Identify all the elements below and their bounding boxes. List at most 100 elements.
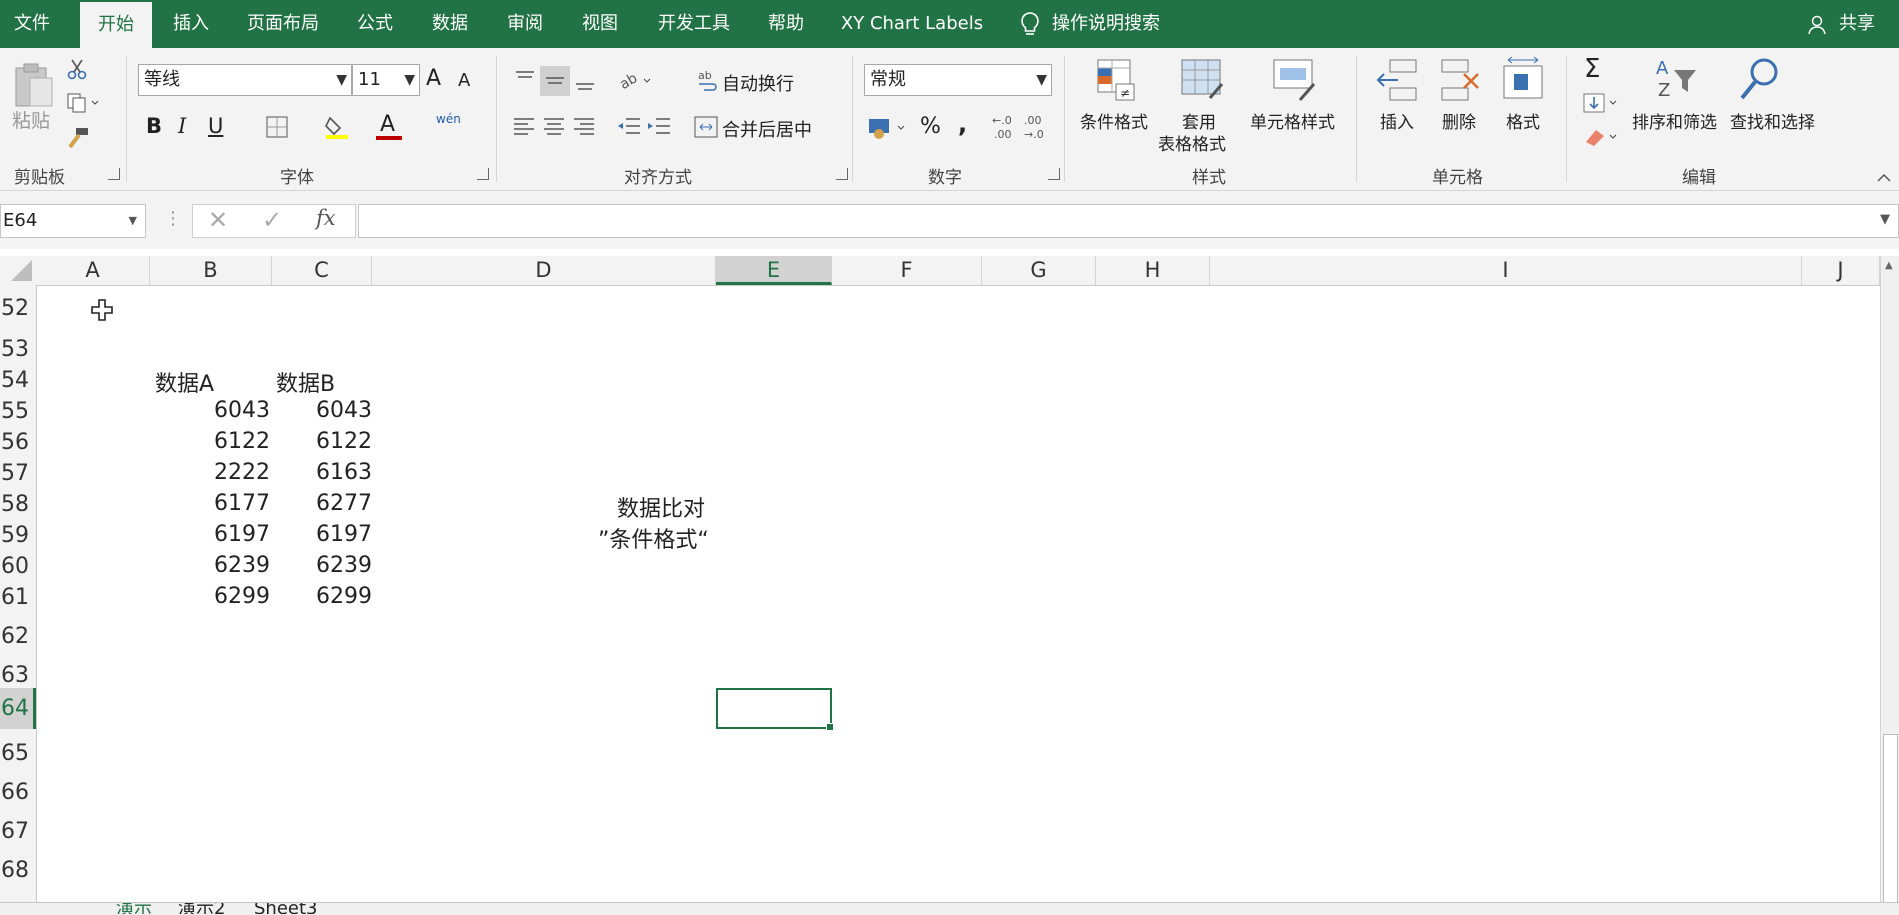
col-header-G[interactable]: G — [982, 256, 1096, 285]
tab-insert[interactable]: 插入 — [166, 0, 216, 48]
col-header-F[interactable]: F — [832, 256, 982, 285]
enter-icon[interactable]: ✓ — [262, 206, 282, 234]
fill-color-icon[interactable] — [324, 114, 350, 144]
align-horizontal-icon[interactable] — [512, 116, 596, 142]
cell-C57[interactable]: 6163 — [316, 460, 372, 485]
scroll-thumb[interactable] — [1883, 734, 1898, 904]
tab-help[interactable]: 帮助 — [760, 0, 812, 48]
underline-button[interactable]: U — [208, 114, 223, 138]
italic-button[interactable]: I — [178, 114, 186, 138]
tab-xy-chart-labels[interactable]: XY Chart Labels — [838, 0, 986, 48]
sheet-tab-2[interactable]: 演示2 — [178, 903, 225, 914]
row-header-61[interactable]: 61 — [0, 585, 36, 610]
cell-D58[interactable]: 数据比对 — [617, 491, 705, 523]
tab-review[interactable]: 审阅 — [500, 0, 550, 48]
row-header-62[interactable]: 62 — [0, 624, 36, 649]
format-cells-button[interactable]: 格式 — [1506, 108, 1540, 133]
row-header-66[interactable]: 66 — [0, 780, 36, 805]
cell-C58[interactable]: 6277 — [316, 491, 372, 516]
comma-button[interactable]: , — [958, 110, 967, 138]
paste-button[interactable]: 粘贴 — [12, 106, 50, 133]
grow-font-button[interactable]: A — [426, 66, 441, 91]
expand-formula-icon[interactable]: ▼ — [1880, 212, 1890, 227]
cell-styles-button[interactable]: 单元格样式 — [1250, 108, 1335, 133]
row-header-67[interactable]: 67 — [0, 819, 36, 844]
font-size-select[interactable]: 11 ▼ — [352, 64, 420, 96]
cell-B59[interactable]: 6197 — [214, 522, 270, 547]
col-header-E[interactable]: E — [716, 256, 832, 285]
cell-C55[interactable]: 6043 — [316, 398, 372, 423]
col-header-C[interactable]: C — [272, 256, 372, 285]
collapse-ribbon-icon[interactable] — [1876, 168, 1892, 187]
insert-cells-button[interactable]: 插入 — [1380, 108, 1414, 133]
formula-input[interactable] — [358, 204, 1899, 238]
col-header-B[interactable]: B — [150, 256, 272, 285]
sheet-tab-3[interactable]: Sheet3 — [254, 903, 318, 914]
share-button[interactable]: 共享 — [1834, 0, 1880, 48]
vertical-scrollbar[interactable]: ▲ — [1880, 256, 1899, 914]
scroll-up-icon[interactable]: ▲ — [1885, 260, 1893, 271]
delete-cells-button[interactable]: 删除 — [1442, 108, 1476, 133]
number-launcher-icon[interactable] — [1048, 168, 1060, 180]
shrink-font-button[interactable]: A — [458, 70, 470, 91]
sort-filter-button[interactable]: 排序和筛选 — [1632, 108, 1717, 133]
cell-B58[interactable]: 6177 — [214, 491, 270, 516]
phonetic-button[interactable]: wén — [436, 112, 461, 126]
tab-data[interactable]: 数据 — [425, 0, 475, 48]
align-top-icon[interactable] — [512, 66, 596, 100]
col-header-A[interactable]: A — [36, 256, 150, 285]
cell-C59[interactable]: 6197 — [316, 522, 372, 547]
row-header-59[interactable]: 59 — [0, 523, 36, 548]
indent-icon[interactable] — [616, 116, 672, 142]
search-box[interactable]: 操作说明搜索 — [1052, 0, 1178, 48]
row-header-65[interactable]: 65 — [0, 741, 36, 766]
row-header-54[interactable]: 54 — [0, 368, 36, 393]
copy-icon[interactable] — [66, 92, 100, 118]
accounting-format-icon[interactable] — [868, 116, 908, 144]
tab-home[interactable]: 开始 — [80, 2, 152, 48]
tab-view[interactable]: 视图 — [575, 0, 625, 48]
row-header-60[interactable]: 60 — [0, 554, 36, 579]
row-header-57[interactable]: 57 — [0, 461, 36, 486]
conditional-format-button[interactable]: 条件格式 — [1080, 108, 1148, 133]
find-select-button[interactable]: 查找和选择 — [1730, 108, 1815, 133]
cancel-icon[interactable]: ✕ — [208, 206, 228, 234]
cell-B54[interactable]: 数据A — [155, 366, 214, 398]
font-name-select[interactable]: 等线 ▼ — [138, 64, 352, 96]
tab-file[interactable]: 文件 — [0, 0, 64, 48]
number-format-select[interactable]: 常规 ▼ — [864, 64, 1052, 96]
cut-icon[interactable] — [66, 58, 88, 84]
sheet-tab-1[interactable]: 演示 — [116, 903, 152, 914]
col-header-H[interactable]: H — [1096, 256, 1210, 285]
tab-developer[interactable]: 开发工具 — [650, 0, 738, 48]
row-header-58[interactable]: 58 — [0, 492, 36, 517]
merge-center-button[interactable]: 合并后居中 — [722, 116, 812, 142]
row-header-64[interactable]: 64 — [0, 688, 36, 729]
autosum-button[interactable]: Σ — [1584, 54, 1600, 84]
col-header-I[interactable]: I — [1210, 256, 1802, 285]
format-as-table-button[interactable]: 表格格式 — [1158, 130, 1226, 155]
clear-icon[interactable] — [1582, 126, 1622, 152]
cell-B61[interactable]: 6299 — [214, 584, 270, 609]
row-header-56[interactable]: 56 — [0, 430, 36, 455]
name-box[interactable]: E64 ▼ — [0, 204, 146, 238]
cell-C56[interactable]: 6122 — [316, 429, 372, 454]
wrap-text-button[interactable]: 自动换行 — [722, 70, 794, 96]
row-header-52[interactable]: 52 — [0, 296, 36, 321]
insert-function-button[interactable]: fx — [316, 206, 336, 230]
alignment-launcher-icon[interactable] — [836, 168, 848, 180]
cell-C60[interactable]: 6239 — [316, 553, 372, 578]
row-header-53[interactable]: 53 — [0, 337, 36, 362]
format-painter-icon[interactable] — [66, 126, 90, 154]
row-header-63[interactable]: 63 — [0, 663, 36, 688]
selected-cell-E64[interactable] — [716, 688, 834, 731]
cell-C54[interactable]: 数据B — [276, 366, 335, 398]
select-all-button[interactable] — [0, 256, 36, 285]
tab-page-layout[interactable]: 页面布局 — [240, 0, 326, 48]
cell-B60[interactable]: 6239 — [214, 553, 270, 578]
row-header-68[interactable]: 68 — [0, 858, 36, 883]
tab-formulas[interactable]: 公式 — [350, 0, 400, 48]
cell-D59[interactable]: ”条件格式“ — [598, 522, 709, 554]
cell-B56[interactable]: 6122 — [214, 429, 270, 454]
col-header-J[interactable]: J — [1802, 256, 1880, 285]
